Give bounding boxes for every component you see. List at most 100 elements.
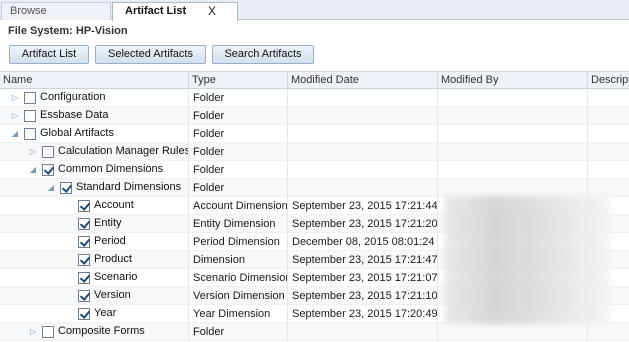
type-cell: Version Dimension — [189, 287, 288, 305]
name-cell: Year — [0, 305, 189, 323]
row-name-label: Common Dimensions — [58, 163, 164, 175]
name-cell: Period — [0, 233, 189, 251]
table-row[interactable]: ◢ Standard Dimensions Folder — [0, 179, 629, 197]
modified-date-cell — [288, 143, 438, 161]
row-name-label: Essbase Data — [40, 109, 109, 121]
modified-date-cell — [288, 161, 438, 179]
type-cell: Folder — [189, 161, 288, 179]
row-checkbox[interactable] — [78, 290, 90, 302]
name-cell: Entity — [0, 215, 189, 233]
name-cell: ◢ Standard Dimensions — [0, 179, 189, 197]
type-cell: Account Dimension — [189, 197, 288, 215]
name-cell: ◢ Common Dimensions — [0, 161, 189, 179]
row-checkbox[interactable] — [78, 308, 90, 320]
close-icon[interactable]: X — [208, 3, 216, 20]
modified-date-cell — [288, 107, 438, 125]
modified-date-cell — [288, 89, 438, 107]
row-name-label: Calculation Manager Rulesets — [58, 145, 188, 157]
type-cell: Folder — [189, 143, 288, 161]
selected-artifacts-button[interactable]: Selected Artifacts — [95, 45, 206, 64]
type-cell: Folder — [189, 89, 288, 107]
tab-browse[interactable]: Browse — [1, 2, 111, 20]
expand-arrow-icon[interactable]: ▷ — [10, 93, 20, 103]
row-checkbox[interactable] — [42, 164, 54, 176]
type-cell: Folder — [189, 323, 288, 341]
row-checkbox[interactable] — [24, 110, 36, 122]
column-header-name[interactable]: Name — [0, 72, 189, 89]
collapse-arrow-icon[interactable]: ◢ — [46, 183, 56, 193]
file-system-label: File System: HP-Vision — [8, 25, 128, 37]
artifact-list-button[interactable]: Artifact List — [9, 45, 89, 64]
modified-by-cell — [438, 161, 588, 179]
modified-by-cell — [438, 125, 588, 143]
modified-date-cell — [288, 323, 438, 341]
modified-by-cell — [438, 323, 588, 341]
column-header-description[interactable]: Descript — [588, 72, 629, 89]
row-checkbox[interactable] — [24, 128, 36, 140]
expand-arrow-icon[interactable]: ▷ — [10, 111, 20, 121]
description-cell — [588, 323, 629, 341]
table-row[interactable]: ◢ Global Artifacts Folder — [0, 125, 629, 143]
type-cell: Period Dimension — [189, 233, 288, 251]
row-checkbox[interactable] — [42, 146, 54, 158]
description-cell — [588, 143, 629, 161]
expand-arrow-icon[interactable]: ▷ — [28, 327, 38, 337]
table-row[interactable]: ▷ Configuration Folder — [0, 89, 629, 107]
tab-artifact-list[interactable]: Artifact List X — [112, 2, 238, 21]
row-checkbox[interactable] — [78, 218, 90, 230]
redacted-modified-by — [444, 196, 610, 324]
search-artifacts-button[interactable]: Search Artifacts — [212, 45, 314, 64]
row-name-label: Composite Forms — [58, 325, 145, 337]
modified-date-cell — [288, 125, 438, 143]
row-checkbox[interactable] — [24, 92, 36, 104]
name-cell: Version — [0, 287, 189, 305]
modified-date-cell: September 23, 2015 17:21:20 — [288, 215, 438, 233]
name-cell: ▷ Essbase Data — [0, 107, 189, 125]
modified-date-cell: September 23, 2015 17:21:47 — [288, 251, 438, 269]
collapse-arrow-icon[interactable]: ◢ — [10, 129, 20, 139]
row-name-label: Global Artifacts — [40, 127, 114, 139]
row-checkbox[interactable] — [78, 272, 90, 284]
type-cell: Year Dimension — [189, 305, 288, 323]
modified-date-cell: September 23, 2015 17:21:44 — [288, 197, 438, 215]
name-cell: ▷ Composite Forms — [0, 323, 189, 341]
modified-date-cell: September 23, 2015 17:21:07 — [288, 269, 438, 287]
row-checkbox[interactable] — [78, 236, 90, 248]
column-header-type[interactable]: Type — [189, 72, 288, 89]
type-cell: Entity Dimension — [189, 215, 288, 233]
column-header-modified-by[interactable]: Modified By — [438, 72, 588, 89]
table-row[interactable]: ▷ Composite Forms Folder — [0, 323, 629, 341]
table-row[interactable]: ◢ Common Dimensions Folder — [0, 161, 629, 179]
collapse-arrow-icon[interactable]: ◢ — [28, 165, 38, 175]
table-header: Name Type Modified Date Modified By Desc… — [0, 71, 629, 89]
modified-by-cell — [438, 143, 588, 161]
row-checkbox[interactable] — [60, 182, 72, 194]
row-name-label: Account — [94, 199, 134, 211]
row-name-label: Standard Dimensions — [76, 181, 182, 193]
type-cell: Folder — [189, 179, 288, 197]
expand-arrow-icon[interactable]: ▷ — [28, 147, 38, 157]
row-checkbox[interactable] — [42, 326, 54, 338]
name-cell: ▷ Calculation Manager Rulesets — [0, 143, 189, 161]
type-cell: Folder — [189, 107, 288, 125]
name-cell: Scenario — [0, 269, 189, 287]
row-checkbox[interactable] — [78, 254, 90, 266]
row-name-label: Configuration — [40, 91, 106, 103]
row-checkbox[interactable] — [78, 200, 90, 212]
row-name-label: Product — [94, 253, 132, 265]
table-row[interactable]: ▷ Calculation Manager RulesetsFolder — [0, 143, 629, 161]
column-header-modified-date[interactable]: Modified Date — [288, 72, 438, 89]
modified-date-cell: September 23, 2015 17:20:49 — [288, 305, 438, 323]
modified-date-cell: December 08, 2015 08:01:24 — [288, 233, 438, 251]
row-name-label: Version — [94, 289, 131, 301]
row-name-label: Entity — [94, 217, 122, 229]
description-cell — [588, 89, 629, 107]
description-cell — [588, 107, 629, 125]
type-cell: Scenario Dimension — [189, 269, 288, 287]
modified-date-cell — [288, 179, 438, 197]
table-row[interactable]: ▷ Essbase Data Folder — [0, 107, 629, 125]
description-cell — [588, 161, 629, 179]
name-cell: Account — [0, 197, 189, 215]
modified-date-cell: September 23, 2015 17:21:10 — [288, 287, 438, 305]
description-cell — [588, 179, 629, 197]
